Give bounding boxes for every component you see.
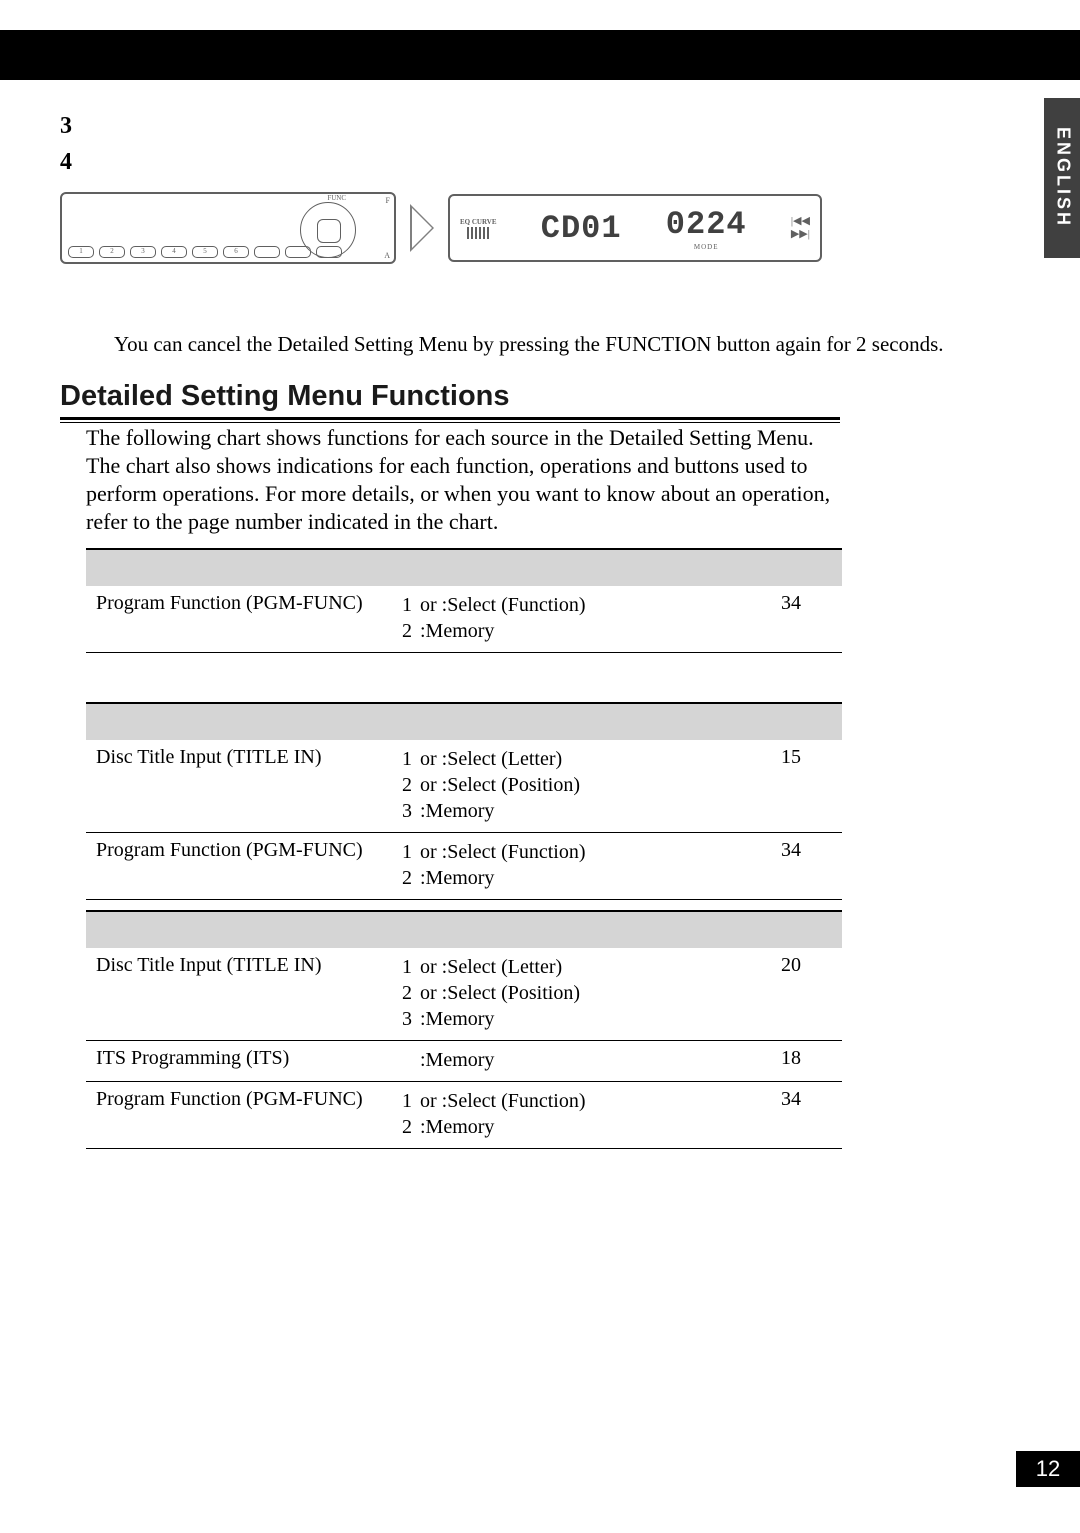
prev-track-icon: |◀◀ xyxy=(791,216,810,227)
func-name: ITS Programming (ITS) xyxy=(96,1047,396,1073)
func-ops: 1or :Select (Letter) 2or :Select (Positi… xyxy=(396,954,756,1032)
step-3: 3 xyxy=(60,108,72,144)
preset-btn: 1 xyxy=(68,246,94,258)
table-header xyxy=(86,704,842,740)
label-func: FUNC xyxy=(327,194,346,202)
func-ops: :Memory xyxy=(396,1047,756,1073)
label-f: F xyxy=(386,196,390,205)
func-ops: 1or :Select (Function) 2:Memory xyxy=(396,592,756,644)
page-ref: 18 xyxy=(756,1047,826,1073)
page-ref: 34 xyxy=(756,1088,826,1140)
page-ref: 20 xyxy=(756,954,826,1032)
step-4: 4 xyxy=(60,144,72,180)
func-name: Program Function (PGM-FUNC) xyxy=(96,1088,396,1140)
header-bar xyxy=(0,30,1080,80)
func-name: Program Function (PGM-FUNC) xyxy=(96,592,396,644)
table-row: Program Function (PGM-FUNC) 1or :Select … xyxy=(86,586,842,653)
func-ops: 1or :Select (Function) 2:Memory xyxy=(396,1088,756,1140)
cancel-note: You can cancel the Detailed Setting Menu… xyxy=(114,332,944,357)
label-a: A xyxy=(384,251,390,260)
page-ref: 34 xyxy=(756,592,826,644)
manual-page: 3 4 ENGLISH FUNC F A 1 2 3 4 5 6 xyxy=(0,0,1080,1533)
lcd-cd-text: CD01 xyxy=(541,210,622,247)
table-row: Program Function (PGM-FUNC) 1or :Select … xyxy=(86,833,842,900)
page-number: 12 xyxy=(1016,1451,1080,1487)
func-ops: 1or :Select (Function) 2:Memory xyxy=(396,839,756,891)
step-numbers: 3 4 xyxy=(60,108,72,180)
mode-label: MODE xyxy=(694,243,719,251)
func-name: Program Function (PGM-FUNC) xyxy=(96,839,396,891)
preset-btn: 3 xyxy=(130,246,156,258)
preset-btn xyxy=(254,246,280,258)
section-heading: Detailed Setting Menu Functions xyxy=(60,380,840,423)
page-ref: 34 xyxy=(756,839,826,891)
next-track-icon: ▶▶| xyxy=(791,229,810,240)
preset-btn: 2 xyxy=(99,246,125,258)
lcd-display-drawing: EQ CURVE CD01 0224 MODE |◀◀ ▶▶| xyxy=(448,194,822,262)
table-header xyxy=(86,550,842,586)
table-row: Program Function (PGM-FUNC) 1or :Select … xyxy=(86,1082,842,1149)
table-row: Disc Title Input (TITLE IN) 1or :Select … xyxy=(86,740,842,833)
func-ops: 1or :Select (Letter) 2or :Select (Positi… xyxy=(396,746,756,824)
preset-btn: 5 xyxy=(192,246,218,258)
functions-table-cd: Disc Title Input (TITLE IN) 1or :Select … xyxy=(86,702,842,900)
arrow-right-icon xyxy=(410,204,434,252)
table-row: Disc Title Input (TITLE IN) 1or :Select … xyxy=(86,948,842,1041)
functions-table-multicd: Disc Title Input (TITLE IN) 1or :Select … xyxy=(86,910,842,1149)
lcd-time-text: 0224 xyxy=(666,206,747,243)
eq-curve-icon: EQ CURVE xyxy=(460,218,497,239)
preset-btn xyxy=(316,246,342,258)
language-tab: ENGLISH xyxy=(1044,98,1080,258)
intro-paragraph: The following chart shows functions for … xyxy=(86,424,842,536)
table-row: ITS Programming (ITS) :Memory 18 xyxy=(86,1041,842,1082)
table-header xyxy=(86,912,842,948)
page-ref: 15 xyxy=(756,746,826,824)
func-name: Disc Title Input (TITLE IN) xyxy=(96,954,396,1032)
skip-icons: |◀◀ ▶▶| xyxy=(791,216,810,240)
preset-btn: 6 xyxy=(223,246,249,258)
preset-btn xyxy=(285,246,311,258)
device-illustration: FUNC F A 1 2 3 4 5 6 EQ CURVE CD01 xyxy=(60,188,830,268)
language-tab-label: ENGLISH xyxy=(1053,127,1074,228)
head-unit-drawing: FUNC F A 1 2 3 4 5 6 xyxy=(60,192,396,264)
preset-btn: 4 xyxy=(161,246,187,258)
eq-curve-label: EQ CURVE xyxy=(460,218,497,226)
section-heading-text: Detailed Setting Menu Functions xyxy=(60,380,840,417)
functions-table-tuner: Program Function (PGM-FUNC) 1or :Select … xyxy=(86,548,842,653)
preset-button-row: 1 2 3 4 5 6 xyxy=(68,246,342,258)
func-name: Disc Title Input (TITLE IN) xyxy=(96,746,396,824)
